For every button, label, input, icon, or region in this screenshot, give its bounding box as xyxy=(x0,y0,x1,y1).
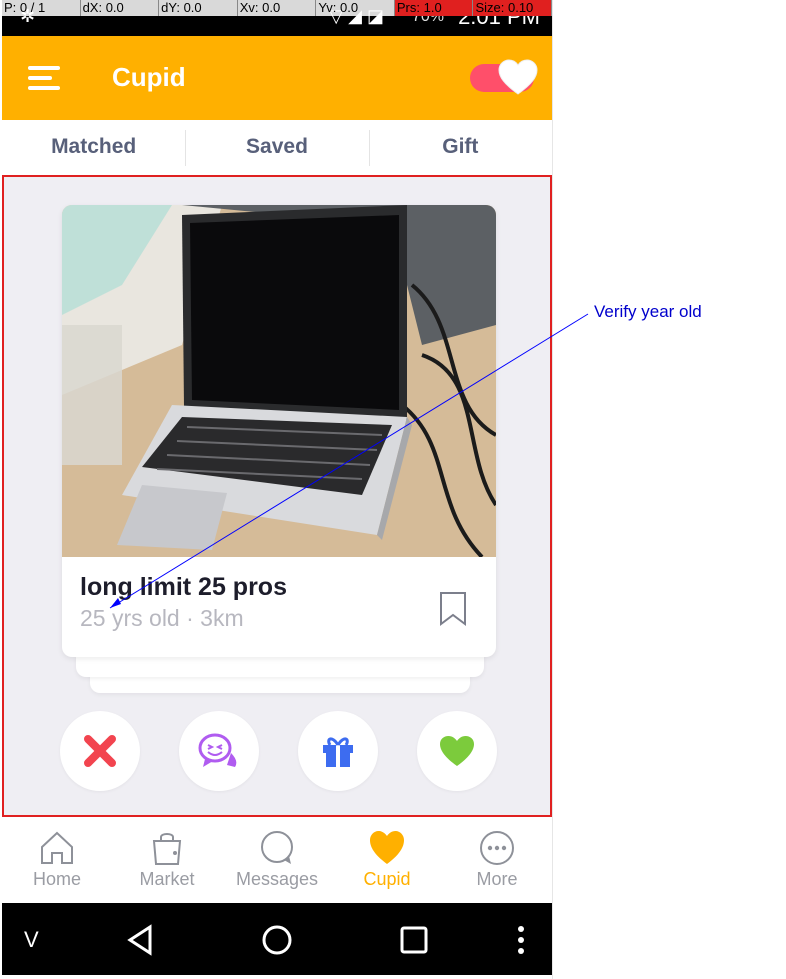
phone-screen: ✲ ▽ ◢ ◪ 70% 2:01 PM P: 0 / 1 dX: 0.0 dY:… xyxy=(2,0,552,975)
bottom-navigation: Home Market Messages Cupid More xyxy=(2,817,552,903)
overflow-menu-icon[interactable] xyxy=(504,923,538,957)
tab-saved[interactable]: Saved xyxy=(185,120,368,174)
debug-pointer: P: 0 / 1 xyxy=(2,0,81,16)
tab-gift[interactable]: Gift xyxy=(368,120,552,174)
heart-icon xyxy=(440,736,474,766)
gift-icon xyxy=(323,737,353,767)
gift-button[interactable] xyxy=(298,711,378,791)
nav-messages[interactable]: Messages xyxy=(222,817,332,903)
home-button-icon[interactable] xyxy=(260,923,294,957)
profile-photo xyxy=(62,205,496,557)
tab-bar: Matched Saved Gift xyxy=(2,120,552,174)
back-icon[interactable] xyxy=(124,923,158,957)
nav-home-label: Home xyxy=(32,869,81,889)
heart-icon xyxy=(370,831,404,864)
card-area: long limit 25 pros 25 yrs old · 3km xyxy=(2,175,552,817)
cupid-toggle[interactable] xyxy=(470,59,538,95)
debug-xv: Xv: 0.0 xyxy=(237,0,317,16)
dislike-button[interactable] xyxy=(60,711,140,791)
nav-home[interactable]: Home xyxy=(2,817,112,903)
bag-icon xyxy=(152,833,182,865)
wink-chat-icon xyxy=(198,733,237,767)
heart-knob-icon xyxy=(498,59,538,95)
wink-button[interactable] xyxy=(179,711,259,791)
debug-size: Size: 0.10 xyxy=(473,0,552,16)
home-icon xyxy=(41,831,73,864)
profile-age-distance: 25 yrs old · 3km xyxy=(80,605,244,631)
more-icon xyxy=(480,831,514,865)
action-buttons xyxy=(4,711,552,795)
profile-card[interactable]: long limit 25 pros 25 yrs old · 3km xyxy=(62,205,496,657)
pointer-debug-bar: P: 0 / 1 dX: 0.0 dY: 0.0 Xv: 0.0 Yv: 0.0… xyxy=(2,0,552,16)
nav-messages-label: Messages xyxy=(235,869,319,889)
nav-more[interactable]: More xyxy=(442,817,552,903)
close-icon xyxy=(84,735,116,767)
app-title: Cupid xyxy=(112,62,186,92)
tab-matched[interactable]: Matched xyxy=(2,120,185,174)
profile-name: long limit 25 pros xyxy=(80,573,287,601)
nav-cupid-label: Cupid xyxy=(363,869,411,889)
menu-icon[interactable] xyxy=(28,66,62,90)
nav-market-label: Market xyxy=(139,869,195,889)
recents-icon[interactable] xyxy=(397,923,431,957)
nav-market[interactable]: Market xyxy=(112,817,222,903)
chat-icon xyxy=(261,831,293,864)
debug-dx: dX: 0.0 xyxy=(80,0,160,16)
annotation-pane xyxy=(552,0,786,979)
debug-yv: Yv: 0.0 xyxy=(316,0,395,16)
like-button[interactable] xyxy=(417,711,497,791)
system-v-label: V xyxy=(24,927,39,952)
debug-pressure: Prs: 1.0 xyxy=(394,0,474,16)
annotation-label: Verify year old xyxy=(594,302,702,321)
nav-cupid[interactable]: Cupid xyxy=(332,817,442,903)
nav-more-label: More xyxy=(476,869,518,889)
system-navigation-bar: V xyxy=(2,903,552,975)
app-bar: Cupid xyxy=(2,36,552,120)
debug-dy: dY: 0.0 xyxy=(159,0,238,16)
bookmark-icon[interactable] xyxy=(438,591,468,627)
